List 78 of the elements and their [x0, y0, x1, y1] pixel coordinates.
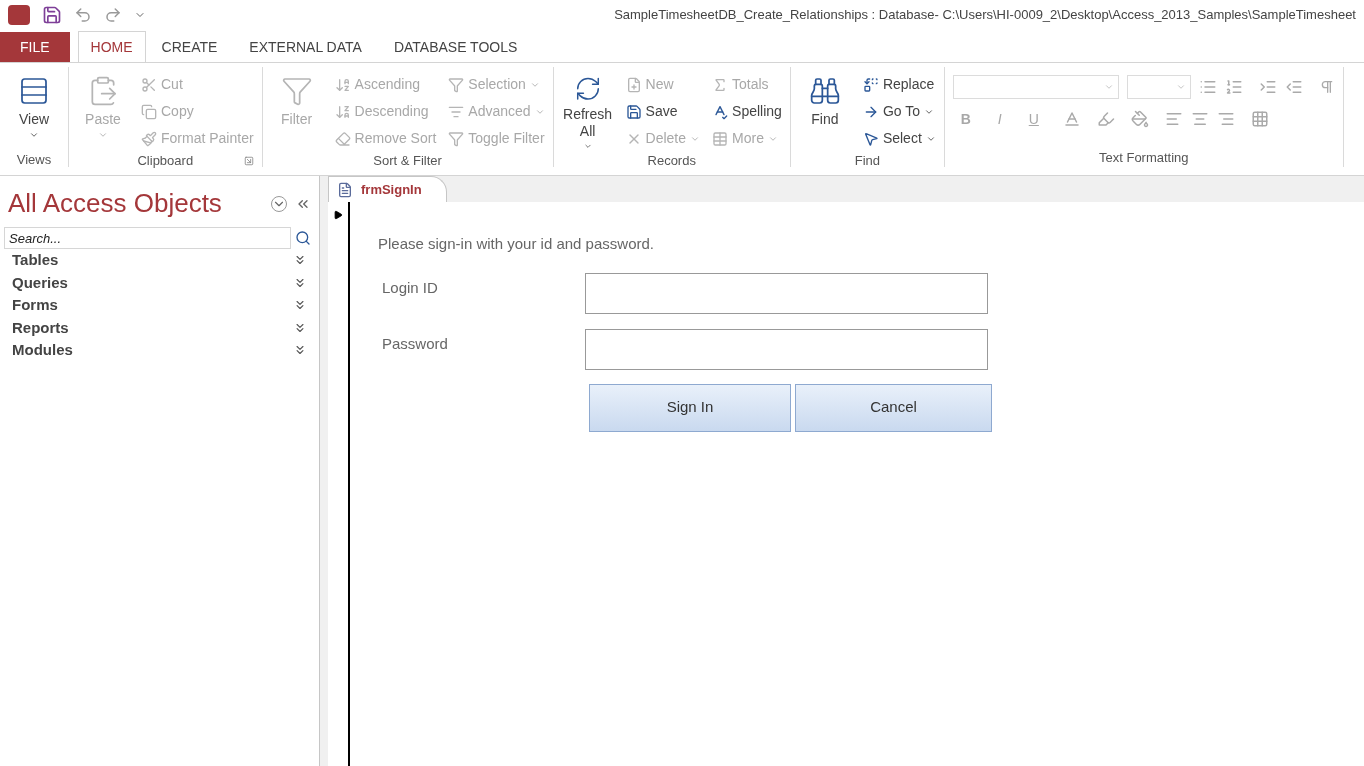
field-label: Login ID — [381, 277, 439, 298]
sort-ascending-icon — [334, 76, 351, 93]
funnel-icon — [448, 130, 465, 147]
form-icon — [337, 181, 353, 198]
pane-title: All Access Objects — [8, 187, 222, 220]
caret-icon — [1175, 82, 1186, 92]
form-button[interactable]: Cancel — [795, 383, 992, 432]
save-icon[interactable] — [42, 5, 62, 25]
paint-bucket-icon[interactable] — [1130, 110, 1149, 128]
numbered-list-icon[interactable] — [1224, 78, 1243, 96]
group-label: Find — [854, 152, 880, 171]
current-record-icon — [333, 210, 343, 220]
binoculars-icon — [808, 75, 841, 107]
spell-check-icon — [712, 103, 729, 120]
align-right-icon[interactable] — [1216, 110, 1235, 128]
nav-category[interactable]: Reports — [4, 316, 315, 339]
bullet-list-icon[interactable] — [1198, 78, 1217, 96]
copy-icon — [141, 103, 157, 120]
caret-icon — [1103, 82, 1114, 92]
filter-icon — [448, 76, 465, 93]
pointer-icon — [862, 130, 879, 147]
nav-category[interactable]: Modules — [4, 339, 315, 362]
ribbon-tab[interactable]: CREATE — [145, 32, 234, 62]
font-size-dropdown[interactable] — [1126, 75, 1191, 99]
ribbon-button[interactable]: Spelling — [712, 98, 782, 125]
instruction-text: Please sign-in with your id and password. — [378, 234, 655, 254]
ribbon-tab[interactable]: EXTERNAL DATA — [233, 32, 378, 62]
redo-icon[interactable] — [104, 6, 122, 24]
dialog-launcher-icon[interactable] — [243, 156, 254, 166]
paintbrush-icon — [141, 130, 157, 147]
input-field[interactable] — [585, 328, 988, 370]
ribbon-button[interactable]: View — [8, 71, 60, 151]
font-name-dropdown[interactable] — [952, 75, 1119, 99]
search-field[interactable]: Search... — [4, 227, 291, 249]
ribbon-tab[interactable]: HOME — [77, 31, 146, 63]
caret-icon — [98, 130, 108, 140]
ribbon-button[interactable]: Refresh All — [561, 71, 614, 151]
outdent-icon[interactable] — [1284, 78, 1303, 96]
ribbon-tab[interactable]: DATABASE TOOLS — [377, 32, 534, 62]
ribbon-button[interactable]: Find — [798, 71, 851, 151]
ribbon-button[interactable]: Select — [862, 125, 936, 152]
group-label: Text Formatting — [1099, 149, 1189, 168]
ribbon-button[interactable]: Replace — [862, 71, 936, 98]
highlighter-icon[interactable] — [1096, 110, 1115, 128]
undo-icon[interactable] — [74, 6, 92, 24]
sort-descending-icon — [334, 103, 351, 120]
group-label: Sort & Filter — [373, 152, 442, 171]
group-label: Clipboard — [137, 152, 194, 171]
ribbon-button[interactable]: Go To — [862, 98, 936, 125]
app-logo-icon — [8, 5, 30, 25]
align-left-icon[interactable] — [1164, 110, 1183, 128]
scissors-icon — [141, 76, 157, 93]
table-icon — [712, 130, 729, 147]
input-field[interactable] — [585, 272, 988, 314]
search-icon — [295, 230, 311, 246]
nav-category[interactable]: Forms — [4, 294, 315, 317]
file-tab[interactable]: FILE — [0, 32, 70, 62]
eraser-icon — [334, 130, 351, 147]
group-label: Views — [16, 151, 52, 170]
form-button[interactable]: Sign In — [589, 383, 791, 432]
group-label: Records — [647, 152, 696, 171]
filter-icon — [280, 75, 313, 107]
ribbon-button[interactable]: Save — [625, 98, 701, 125]
font-color-icon[interactable] — [1062, 110, 1081, 128]
save-icon — [625, 103, 642, 120]
indent-icon[interactable] — [1258, 78, 1277, 96]
replace-icon — [862, 76, 879, 93]
align-center-icon[interactable] — [1190, 110, 1209, 128]
gridlines-icon[interactable] — [1250, 110, 1269, 128]
field-label: Password — [381, 333, 449, 354]
caret-icon — [582, 142, 593, 151]
table-icon — [18, 75, 50, 107]
nav-category[interactable]: Queries — [4, 271, 315, 294]
new-record-icon — [625, 76, 642, 93]
nav-category[interactable]: Tables — [4, 249, 315, 272]
window-title: SampleTimesheetDB_Create_Relationships : Database- C:\Users\HI-0009_2\Desktop\Access_2013_Samples\SampleTimesheet — [613, 6, 1356, 25]
document-tab[interactable]: frmSignIn — [328, 176, 447, 202]
caret-icon — [29, 130, 39, 140]
